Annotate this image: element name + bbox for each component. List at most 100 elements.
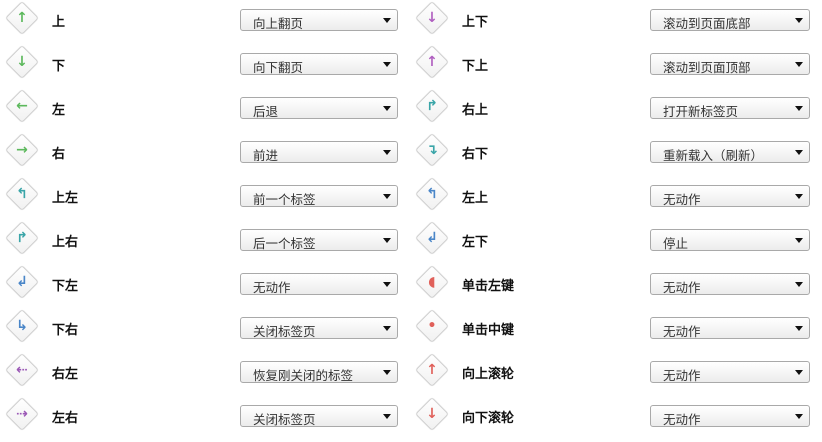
selected-action: 无动作 xyxy=(663,192,701,207)
arrow-down-icon: ↓ xyxy=(5,45,39,79)
gesture-row: ↰ 左上 无动作 xyxy=(410,177,822,217)
gesture-action-select[interactable]: 后一个标签 xyxy=(240,229,398,251)
gesture-action-select[interactable]: 重新载入（刷新） xyxy=(650,141,810,163)
gesture-row: ◖ 单击左键 无动作 xyxy=(410,265,822,305)
gesture-action-select[interactable]: 滚动到页面底部 xyxy=(650,9,810,31)
icon-glyph: ⇠ xyxy=(16,362,28,378)
selected-action: 无动作 xyxy=(663,324,701,339)
gesture-action-select[interactable]: 打开新标签页 xyxy=(650,97,810,119)
icon-glyph: ↓ xyxy=(16,54,28,70)
icon-glyph: ↓ xyxy=(426,10,438,26)
gesture-action-select[interactable]: 关闭标签页 xyxy=(240,405,398,427)
selected-action: 无动作 xyxy=(663,280,701,295)
dropdown-arrow-icon[interactable] xyxy=(383,150,391,155)
icon-glyph: ↰ xyxy=(426,186,438,202)
dropdown-arrow-icon[interactable] xyxy=(383,238,391,243)
arrow-right-up-icon: ↱ xyxy=(415,89,449,123)
gesture-action-select[interactable]: 关闭标签页 xyxy=(240,317,398,339)
gesture-action-select[interactable]: 停止 xyxy=(650,229,810,251)
middle-click-icon: • xyxy=(415,309,449,343)
selected-action: 打开新标签页 xyxy=(663,104,739,119)
gesture-label: 下右 xyxy=(52,323,79,338)
gesture-action-select[interactable]: 向下翻页 xyxy=(240,53,398,75)
icon-glyph: ↲ xyxy=(426,230,438,246)
dropdown-arrow-icon[interactable] xyxy=(383,326,391,331)
icon-glyph: ↱ xyxy=(16,230,28,246)
gesture-label: 下 xyxy=(52,59,66,74)
dropdown-arrow-icon[interactable] xyxy=(383,18,391,23)
icon-glyph: ↑ xyxy=(16,10,28,26)
selected-action: 前进 xyxy=(253,148,279,163)
dropdown-arrow-icon[interactable] xyxy=(795,238,803,243)
gesture-row: ↱ 上右 后一个标签 xyxy=(0,221,410,261)
gesture-action-select[interactable]: 前进 xyxy=(240,141,398,163)
gesture-action-select[interactable]: 无动作 xyxy=(650,317,810,339)
arrow-down-left-icon: ↲ xyxy=(5,265,39,299)
gesture-label: 左上 xyxy=(462,191,489,206)
selected-action: 关闭标签页 xyxy=(253,324,316,339)
gesture-row: ⇠ 右左 恢复刚关闭的标签 xyxy=(0,353,410,393)
gesture-action-select[interactable]: 无动作 xyxy=(650,273,810,295)
dropdown-arrow-icon[interactable] xyxy=(383,370,391,375)
dropdown-arrow-icon[interactable] xyxy=(383,106,391,111)
icon-glyph: ↲ xyxy=(16,274,28,290)
icon-glyph: ⇢ xyxy=(16,406,28,422)
arrow-right-down-icon: ↴ xyxy=(415,133,449,167)
dropdown-arrow-icon[interactable] xyxy=(795,414,803,419)
selected-action: 无动作 xyxy=(253,280,291,295)
arrow-up-left-icon: ↰ xyxy=(5,177,39,211)
gesture-label: 下上 xyxy=(462,59,489,74)
dropdown-arrow-icon[interactable] xyxy=(383,414,391,419)
gesture-label: 左下 xyxy=(462,235,489,250)
gesture-row: ↓ 上下 滚动到页面底部 xyxy=(410,1,822,41)
gesture-label: 上右 xyxy=(52,235,79,250)
gesture-action-select[interactable]: 前一个标签 xyxy=(240,185,398,207)
gesture-action-select[interactable]: 无动作 xyxy=(650,185,810,207)
gesture-row: ↲ 下左 无动作 xyxy=(0,265,410,305)
arrow-left-right-icon: ⇢ xyxy=(5,397,39,431)
dropdown-arrow-icon[interactable] xyxy=(795,370,803,375)
selected-action: 无动作 xyxy=(663,412,701,427)
gesture-action-select[interactable]: 无动作 xyxy=(650,361,810,383)
gesture-row: ↱ 右上 打开新标签页 xyxy=(410,89,822,129)
gesture-label: 单击左键 xyxy=(462,279,515,294)
dropdown-arrow-icon[interactable] xyxy=(383,62,391,67)
gesture-action-select[interactable]: 恢复刚关闭的标签 xyxy=(240,361,398,383)
gesture-action-select[interactable]: 滚动到页面顶部 xyxy=(650,53,810,75)
selected-action: 重新载入（刷新） xyxy=(663,148,764,163)
icon-glyph: ← xyxy=(16,98,28,114)
icon-glyph: ↑ xyxy=(426,54,438,70)
dropdown-arrow-icon[interactable] xyxy=(795,62,803,67)
dropdown-arrow-icon[interactable] xyxy=(795,150,803,155)
arrow-left-icon: ← xyxy=(5,89,39,123)
arrow-left-up-icon: ↰ xyxy=(415,177,449,211)
dropdown-arrow-icon[interactable] xyxy=(795,194,803,199)
dropdown-arrow-icon[interactable] xyxy=(795,18,803,23)
gesture-label: 单击中键 xyxy=(462,323,515,338)
gesture-label: 右下 xyxy=(462,147,489,162)
gesture-row: ⇢ 左右 关闭标签页 xyxy=(0,397,410,437)
gesture-row: ↓ 向下滚轮 无动作 xyxy=(410,397,822,437)
gesture-label: 右 xyxy=(52,147,66,162)
gesture-label: 上下 xyxy=(462,15,489,30)
arrow-down-right-icon: ↳ xyxy=(5,309,39,343)
gesture-action-select[interactable]: 向上翻页 xyxy=(240,9,398,31)
gesture-label: 左 xyxy=(52,103,66,118)
selected-action: 恢复刚关闭的标签 xyxy=(253,368,354,383)
selected-action: 前一个标签 xyxy=(253,192,316,207)
selected-action: 停止 xyxy=(663,236,689,251)
icon-glyph: ↴ xyxy=(426,142,438,158)
dropdown-arrow-icon[interactable] xyxy=(795,106,803,111)
dropdown-arrow-icon[interactable] xyxy=(383,282,391,287)
dropdown-arrow-icon[interactable] xyxy=(795,326,803,331)
gesture-action-select[interactable]: 无动作 xyxy=(240,273,398,295)
gesture-action-select[interactable]: 后退 xyxy=(240,97,398,119)
icon-glyph: ↰ xyxy=(16,186,28,202)
arrow-down-up-icon: ↑ xyxy=(415,45,449,79)
gesture-row: ↑ 上 向上翻页 xyxy=(0,1,410,41)
selected-action: 向下翻页 xyxy=(253,60,304,75)
dropdown-arrow-icon[interactable] xyxy=(383,194,391,199)
icon-glyph: ↱ xyxy=(426,98,438,114)
dropdown-arrow-icon[interactable] xyxy=(795,282,803,287)
gesture-action-select[interactable]: 无动作 xyxy=(650,405,810,427)
